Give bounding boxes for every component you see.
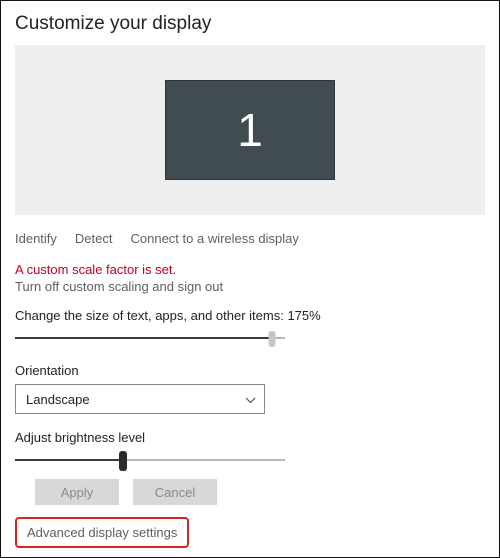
display-settings-panel: Customize your display 1 Identify Detect… [0, 0, 500, 558]
apply-cancel-row: Apply Cancel [15, 479, 485, 505]
turn-off-scaling-link[interactable]: Turn off custom scaling and sign out [15, 279, 485, 294]
brightness-slider[interactable] [15, 451, 285, 469]
custom-scale-warning: A custom scale factor is set. [15, 262, 485, 277]
connect-wireless-link[interactable]: Connect to a wireless display [131, 231, 299, 246]
detect-link[interactable]: Detect [75, 231, 113, 246]
text-size-slider-thumb[interactable] [268, 331, 275, 347]
page-title: Customize your display [15, 13, 485, 35]
text-size-label: Change the size of text, apps, and other… [15, 308, 485, 323]
cancel-button[interactable]: Cancel [133, 479, 217, 505]
text-size-value: 175% [287, 308, 320, 323]
chevron-down-icon [245, 392, 256, 407]
monitors-arrangement-area[interactable]: 1 [15, 45, 485, 215]
brightness-label: Adjust brightness level [15, 430, 485, 445]
monitor-number: 1 [237, 103, 263, 157]
identify-link[interactable]: Identify [15, 231, 57, 246]
orientation-dropdown[interactable]: Landscape [15, 384, 265, 414]
monitor-1-tile[interactable]: 1 [165, 80, 335, 180]
display-action-links: Identify Detect Connect to a wireless di… [15, 231, 485, 246]
orientation-label: Orientation [15, 363, 485, 378]
text-size-slider[interactable] [15, 329, 285, 347]
brightness-slider-thumb[interactable] [119, 451, 127, 471]
advanced-display-settings-link[interactable]: Advanced display settings [15, 517, 189, 548]
apply-button[interactable]: Apply [35, 479, 119, 505]
orientation-value: Landscape [26, 392, 90, 407]
